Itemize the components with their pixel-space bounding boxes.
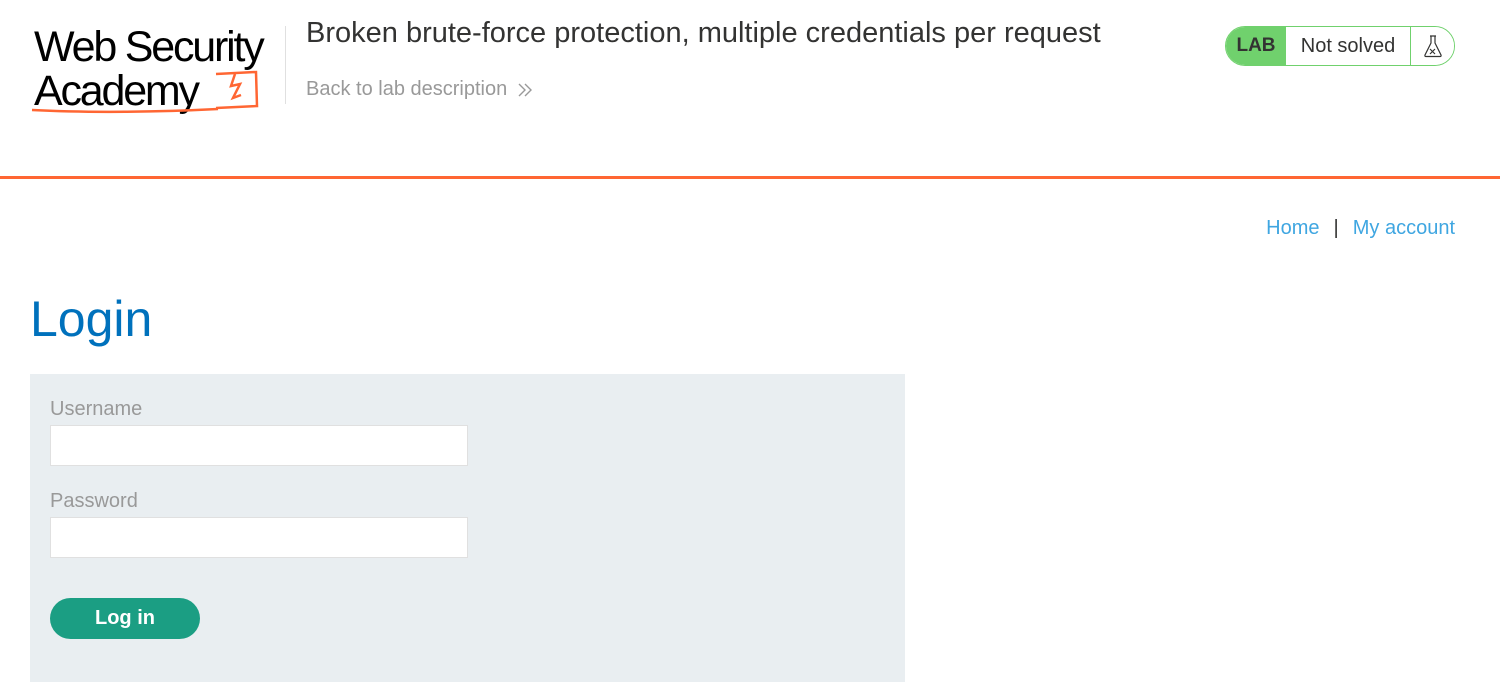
username-label: Username	[50, 398, 143, 420]
password-label: Password	[50, 490, 138, 512]
nav-my-account-link[interactable]: My account	[1353, 217, 1455, 240]
page-title: Login	[30, 291, 153, 347]
logo-lightning-mark-icon	[31, 70, 259, 114]
lab-title: Broken brute-force protection, multiple …	[306, 17, 1101, 49]
username-input[interactable]	[50, 425, 468, 466]
header-accent-rule	[0, 176, 1500, 179]
back-to-lab-description-link[interactable]: Back to lab description	[306, 78, 533, 101]
flask-icon	[1411, 27, 1454, 65]
double-chevron-right-icon	[518, 83, 533, 96]
nav-separator: |	[1333, 217, 1339, 239]
login-button[interactable]: Log in	[50, 598, 200, 639]
login-form: Username Password Log in	[30, 374, 905, 682]
lab-status-widget: LAB Not solved	[1225, 26, 1455, 66]
lab-badge: LAB	[1226, 27, 1286, 65]
nav-home-link[interactable]: Home	[1266, 217, 1319, 240]
web-security-academy-logo[interactable]: Web Security Academy	[30, 22, 282, 114]
lab-header: Web Security Academy Broken brute-force …	[0, 0, 1500, 176]
back-link-label: Back to lab description	[306, 78, 508, 100]
header-divider	[285, 26, 286, 104]
top-navigation: Home | My account	[1266, 217, 1455, 240]
password-input[interactable]	[50, 517, 468, 558]
lab-status-text: Not solved	[1286, 27, 1411, 65]
